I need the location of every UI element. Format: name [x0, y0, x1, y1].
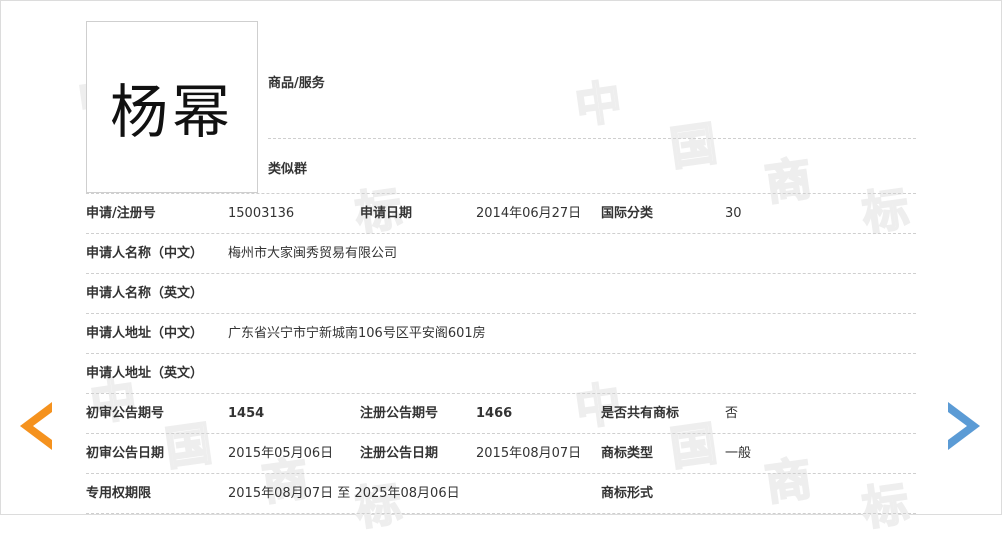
info-row: 专用权期限 2015年08月07日 至 2025年08月06日 商标形式	[86, 474, 916, 514]
info-row: 申请人名称（英文）	[86, 274, 916, 314]
exclusive-period-label: 专用权期限	[86, 486, 152, 501]
shared-trademark-value: 否	[725, 406, 739, 421]
exclusive-period-value: 2015年08月07日 至 2025年08月06日	[228, 486, 460, 501]
prelim-date-value: 2015年05月06日	[228, 446, 334, 461]
arrow-left-icon[interactable]	[20, 402, 52, 450]
trademark-form-label: 商标形式	[601, 486, 654, 501]
applicant-address-cn-value: 广东省兴宁市宁新城南106号区平安阁601房	[228, 326, 486, 341]
registration-issue-number-label: 注册公告期号	[360, 406, 439, 421]
registration-date-label: 注册公告日期	[360, 446, 439, 461]
application-number-value: 15003136	[228, 206, 295, 221]
info-row: 申请/注册号 15003136 申请日期 2014年06月27日 国际分类 30	[86, 194, 916, 234]
prelim-issue-number-label: 初审公告期号	[86, 406, 165, 421]
watermark-char: 中	[571, 73, 626, 135]
info-row: 申请人名称（中文） 梅州市大家闽秀贸易有限公司	[86, 234, 916, 274]
shared-trademark-label: 是否共有商标	[601, 406, 680, 421]
applicant-address-cn-label: 申请人地址（中文）	[86, 326, 204, 341]
application-date-value: 2014年06月27日	[476, 206, 582, 221]
intl-class-value: 30	[725, 206, 742, 221]
trademark-name: 杨幂	[109, 78, 234, 146]
applicant-name-en-label: 申请人名称（英文）	[86, 286, 204, 301]
prelim-date-label: 初审公告日期	[86, 446, 165, 461]
intl-class-label: 国际分类	[601, 206, 654, 221]
applicant-name-cn-value: 梅州市大家闽秀贸易有限公司	[228, 246, 398, 261]
applicant-address-en-label: 申请人地址（英文）	[86, 366, 204, 381]
divider	[268, 138, 916, 139]
trademark-type-value: 一般	[725, 446, 752, 461]
info-row: 初审公告期号 1454 注册公告期号 1466 是否共有商标 否	[86, 394, 916, 434]
divider	[86, 513, 916, 514]
registration-issue-number-value: 1466	[476, 406, 513, 421]
trademark-type-label: 商标类型	[601, 446, 654, 461]
application-number-label: 申请/注册号	[86, 206, 156, 221]
trademark-image[interactable]: 杨幂	[86, 21, 258, 193]
arrow-right-icon[interactable]	[948, 402, 980, 450]
goods-services-label: 商品/服务	[268, 76, 325, 91]
application-date-label: 申请日期	[360, 206, 413, 221]
similar-group-label: 类似群	[268, 162, 308, 177]
info-row: 初审公告日期 2015年05月06日 注册公告日期 2015年08月07日 商标…	[86, 434, 916, 474]
prelim-issue-number-value: 1454	[228, 406, 265, 421]
watermark-char: 国	[666, 115, 721, 177]
registration-date-value: 2015年08月07日	[476, 446, 582, 461]
info-row: 申请人地址（中文） 广东省兴宁市宁新城南106号区平安阁601房	[86, 314, 916, 354]
info-row: 申请人地址（英文）	[86, 354, 916, 394]
applicant-name-cn-label: 申请人名称（中文）	[86, 246, 204, 261]
